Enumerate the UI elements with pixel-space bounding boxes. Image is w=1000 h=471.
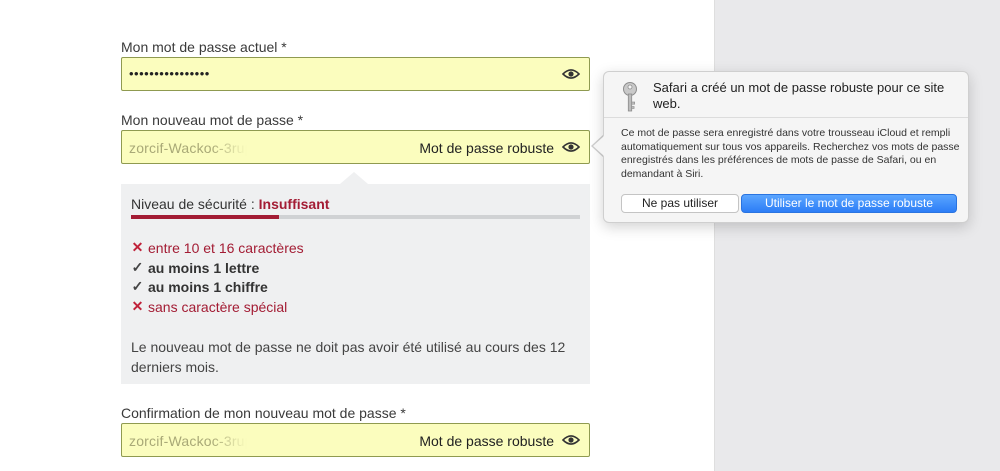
criterion-letter: ✓ au moins 1 lettre [131, 259, 260, 276]
popover-divider [604, 117, 968, 118]
eye-icon[interactable] [562, 141, 580, 153]
cross-icon: ✕ [131, 239, 144, 255]
current-password-value: •••••••••••••••• [129, 66, 210, 81]
check-icon: ✓ [131, 259, 144, 275]
current-password-input[interactable]: •••••••••••••••• [121, 57, 590, 91]
security-panel: Niveau de sécurité : Insuffisant ✕ entre… [121, 184, 590, 384]
check-icon: ✓ [131, 278, 144, 294]
criterion-length: ✕ entre 10 et 16 caractères [131, 239, 304, 256]
strong-password-badge: Mot de passe robuste [419, 140, 554, 156]
criterion-special-char: ✕ sans caractère spécial [131, 298, 288, 315]
use-strong-password-button[interactable]: Utiliser le mot de passe robuste [741, 194, 957, 213]
safari-strong-password-popover: Safari a créé un mot de passe robuste po… [603, 71, 969, 223]
popover-title: Safari a créé un mot de passe robuste po… [653, 80, 945, 111]
decline-password-button[interactable]: Ne pas utiliser [621, 194, 739, 213]
cross-icon: ✕ [131, 298, 144, 314]
security-level: Niveau de sécurité : Insuffisant [131, 196, 329, 212]
security-meter [131, 215, 580, 219]
confirm-password-input[interactable]: zorcif-Wackoc-3rupt Mot de passe robuste [121, 423, 590, 457]
new-password-value: zorcif-Wackoc-3rupt [129, 140, 247, 156]
password-reuse-note: Le nouveau mot de passe ne doit pas avoi… [131, 339, 566, 375]
current-password-label: Mon mot de passe actuel * [121, 39, 287, 55]
popover-description: Ce mot de passe sera enregistré dans vot… [621, 127, 960, 180]
security-level-label: Niveau de sécurité : [131, 196, 255, 212]
popover-arrow-inner [593, 136, 604, 156]
criterion-digit: ✓ au moins 1 chiffre [131, 278, 268, 295]
security-level-value: Insuffisant [258, 196, 330, 212]
strong-password-badge: Mot de passe robuste [419, 433, 554, 449]
key-icon [623, 82, 637, 112]
criterion-text: au moins 1 chiffre [148, 278, 268, 295]
security-box-pointer [340, 172, 368, 184]
criterion-text: sans caractère spécial [148, 298, 288, 315]
criterion-text: au moins 1 lettre [148, 259, 260, 276]
eye-icon[interactable] [562, 434, 580, 446]
confirm-password-value: zorcif-Wackoc-3rupt [129, 433, 247, 449]
criterion-text: entre 10 et 16 caractères [148, 239, 304, 256]
new-password-input[interactable]: zorcif-Wackoc-3rupt Mot de passe robuste [121, 130, 590, 164]
security-meter-fill [131, 215, 280, 219]
eye-icon[interactable] [562, 68, 580, 80]
confirm-password-label: Confirmation de mon nouveau mot de passe… [121, 405, 406, 421]
new-password-label: Mon nouveau mot de passe * [121, 112, 304, 128]
